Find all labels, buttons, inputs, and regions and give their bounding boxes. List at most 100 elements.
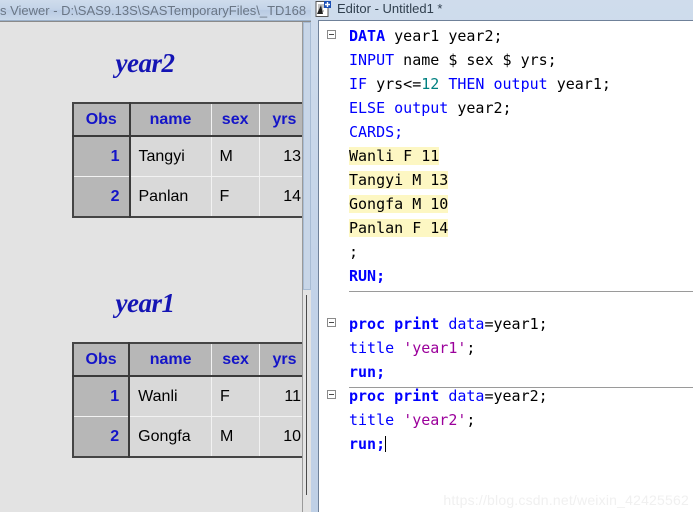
cell-obs: 2 <box>72 176 131 218</box>
column-header-sex: sex <box>210 102 260 137</box>
editor-text-area[interactable]: DATA year1 year2; INPUT name $ sex $ yrs;… <box>318 20 693 512</box>
code-token: =year2; <box>484 387 548 405</box>
code-token: 'year2' <box>403 411 467 429</box>
report-table-year2: Obs name sex yrs 1 Tangyi M 13 2 Panlan … <box>72 102 311 218</box>
code-token: yrs<= <box>367 75 422 93</box>
cell-name: Gongfa <box>128 416 213 458</box>
column-header-name: name <box>129 102 212 137</box>
code-line[interactable]: title 'year2'; <box>319 408 693 432</box>
viewer-vertical-scrollbar-thumb[interactable] <box>303 22 311 290</box>
code-token: ; <box>466 411 476 429</box>
code-token: Wanli F 11 <box>349 147 440 165</box>
code-token: Panlan F 14 <box>349 219 449 237</box>
report-table-year1: Obs name sex yrs 1 Wanli F 11 2 Gongfa M <box>72 342 311 458</box>
fold-collapse-icon[interactable] <box>327 390 336 399</box>
results-viewer-title: s Viewer - D:\SAS9.13S\SASTemporaryFiles… <box>0 3 307 18</box>
code-line[interactable]: DATA year1 year2; <box>319 24 693 48</box>
editor-titlebar[interactable]: Editor - Untitled1 * <box>311 0 693 20</box>
code-line[interactable]: INPUT name $ sex $ yrs; <box>319 48 693 72</box>
cell-obs: 1 <box>72 375 131 417</box>
watermark-text: https://blog.csdn.net/weixin_42425562 <box>443 492 689 508</box>
table-row: 1 Wanli F 11 <box>72 375 311 417</box>
fold-collapse-icon[interactable] <box>327 318 336 327</box>
code-line-text: title 'year1'; <box>349 339 475 357</box>
code-line-text: IF yrs<=12 THEN output year1; <box>349 75 611 93</box>
code-token: year1 year2; <box>385 27 503 45</box>
sas-application-window: s Viewer - D:\SAS9.13S\SASTemporaryFiles… <box>0 0 693 512</box>
code-line[interactable] <box>319 288 693 312</box>
code-token: ELSE <box>349 99 386 117</box>
code-token: proc <box>349 387 386 405</box>
text-caret <box>385 436 387 452</box>
code-token: run; <box>349 435 386 453</box>
code-token: data <box>448 315 485 333</box>
cell-name: Panlan <box>129 176 212 218</box>
editor-code-content[interactable]: DATA year1 year2; INPUT name $ sex $ yrs;… <box>319 24 693 456</box>
cell-sex: F <box>211 375 261 417</box>
code-line[interactable]: run; <box>319 432 693 456</box>
cell-name: Wanli <box>128 375 213 417</box>
code-token: year2; <box>448 99 512 117</box>
cell-name: Tangyi <box>129 135 212 177</box>
code-line[interactable]: proc print data=year2; <box>319 384 693 408</box>
code-token: ; <box>349 243 359 261</box>
code-line[interactable]: proc print data=year1; <box>319 312 693 336</box>
code-line[interactable]: Panlan F 14 <box>319 216 693 240</box>
code-token: proc <box>349 315 386 333</box>
report-title-year1: year1 <box>115 288 175 318</box>
code-line[interactable]: Tangyi M 13 <box>319 168 693 192</box>
table-row: 2 Gongfa M 10 <box>72 416 311 458</box>
code-line[interactable]: Gongfa M 10 <box>319 192 693 216</box>
code-line[interactable]: ELSE output year2; <box>319 96 693 120</box>
column-header-obs: Obs <box>72 102 131 137</box>
editor-document-icon <box>315 1 331 17</box>
code-line-text: run; <box>349 435 385 453</box>
code-line-text: DATA year1 year2; <box>349 27 503 45</box>
column-header-sex: sex <box>211 342 261 377</box>
code-line[interactable]: IF yrs<=12 THEN output year1; <box>319 72 693 96</box>
code-line[interactable]: CARDS; <box>319 120 693 144</box>
code-line[interactable]: run; <box>319 360 693 384</box>
code-line[interactable]: ; <box>319 240 693 264</box>
code-token: CARDS; <box>349 123 404 141</box>
code-token: =year1; <box>484 315 548 333</box>
column-header-obs: Obs <box>72 342 131 377</box>
code-line-text: INPUT name $ sex $ yrs; <box>349 51 557 69</box>
code-line-text: run; <box>349 363 385 381</box>
code-line[interactable]: title 'year1'; <box>319 336 693 360</box>
code-line-text: Tangyi M 13 <box>349 171 449 189</box>
cell-sex: F <box>210 176 260 218</box>
code-token: 'year1' <box>403 339 467 357</box>
fold-collapse-icon[interactable] <box>327 30 336 39</box>
report-title-year2: year2 <box>115 48 175 78</box>
code-line[interactable]: Wanli F 11 <box>319 144 693 168</box>
code-line-text: Gongfa M 10 <box>349 195 449 213</box>
code-line-text: title 'year2'; <box>349 411 475 429</box>
editor-pane: Editor - Untitled1 * DATA year1 year2; IN… <box>311 0 693 512</box>
cell-obs: 2 <box>72 416 131 458</box>
table-header-row: Obs name sex yrs <box>72 342 311 377</box>
code-line[interactable]: RUN; <box>319 264 693 288</box>
table-row: 1 Tangyi M 13 <box>72 135 311 177</box>
table-row: 2 Panlan F 14 <box>72 176 311 218</box>
results-viewer-pane: s Viewer - D:\SAS9.13S\SASTemporaryFiles… <box>0 0 311 512</box>
code-line-text: CARDS; <box>349 123 403 141</box>
code-token: IF <box>349 75 368 93</box>
code-token: output <box>493 75 548 93</box>
results-viewer-titlebar[interactable]: s Viewer - D:\SAS9.13S\SASTemporaryFiles… <box>0 0 311 21</box>
column-header-name: name <box>128 342 213 377</box>
code-token: ; <box>466 339 476 357</box>
code-token: title <box>349 339 395 357</box>
code-line-text: RUN; <box>349 267 385 285</box>
code-token: title <box>349 411 395 429</box>
code-token: THEN <box>448 75 485 93</box>
table-header-row: Obs name sex yrs <box>72 102 311 137</box>
